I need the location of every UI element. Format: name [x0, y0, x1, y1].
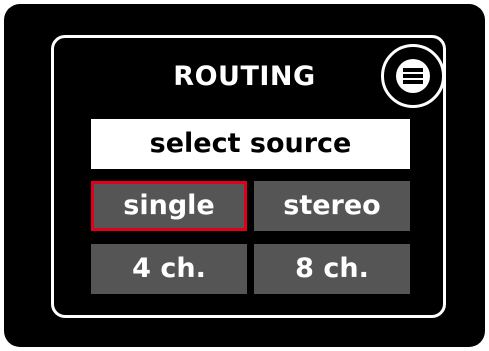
select-source-label: select source — [91, 119, 410, 169]
source-option-single[interactable]: single — [91, 181, 247, 231]
source-option-8ch[interactable]: 8 ch. — [254, 244, 410, 294]
menu-button[interactable] — [381, 44, 445, 108]
source-option-4ch[interactable]: 4 ch. — [91, 244, 247, 294]
source-option-stereo[interactable]: stereo — [254, 181, 410, 231]
hamburger-menu-icon — [396, 59, 430, 93]
